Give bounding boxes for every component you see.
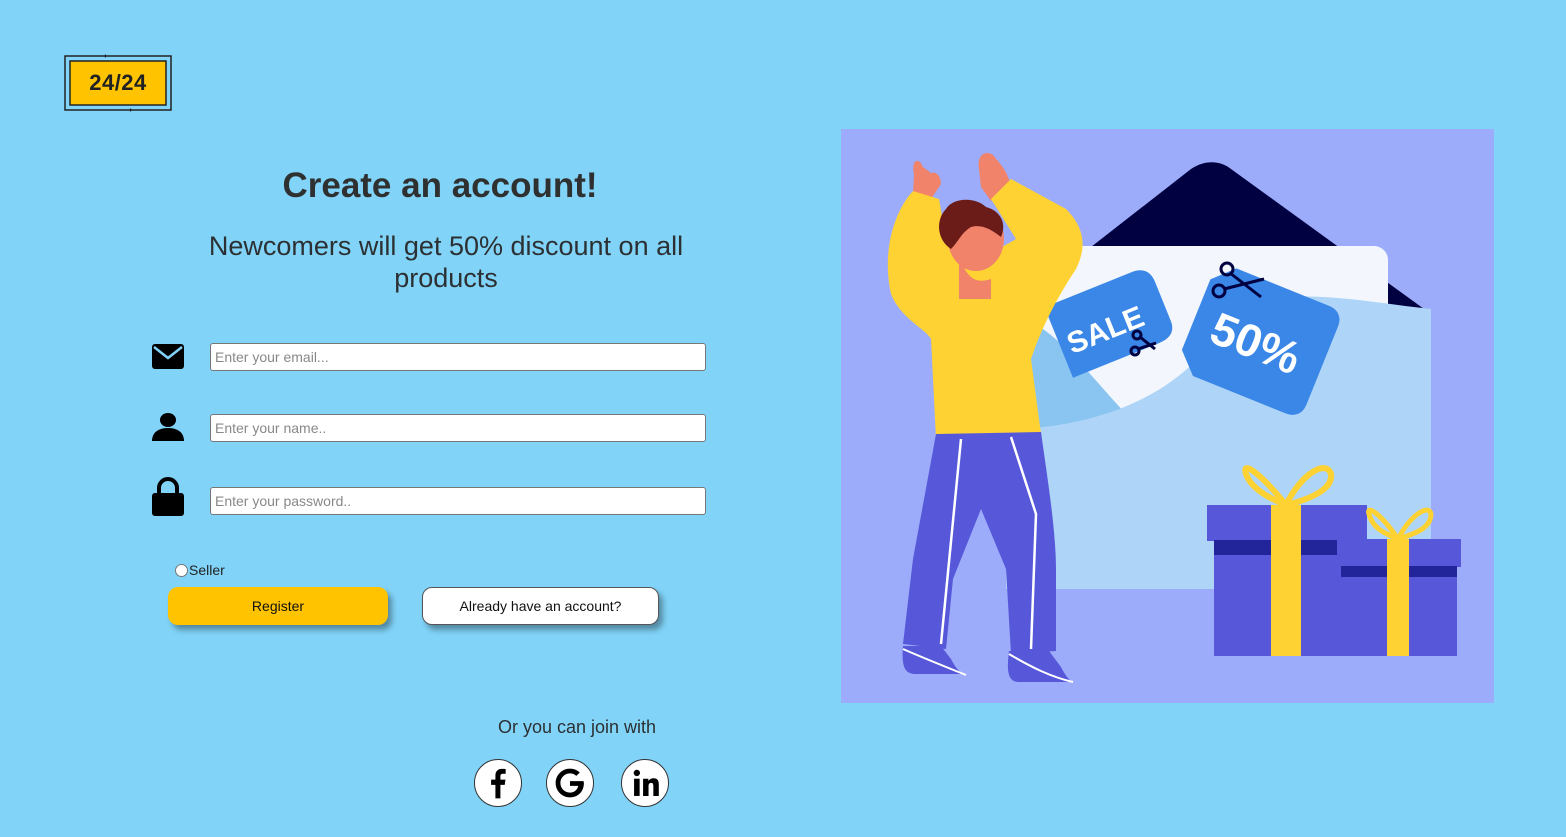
promo-illustration: SALE 50% xyxy=(841,129,1494,703)
register-button[interactable]: Register xyxy=(168,587,388,625)
page-subtitle: Newcomers will get 50% discount on all p… xyxy=(208,231,684,293)
logo-text: 24/24 xyxy=(89,70,147,95)
seller-label: Seller xyxy=(189,562,225,578)
facebook-button[interactable] xyxy=(474,759,522,807)
linkedin-icon xyxy=(633,769,659,796)
facebook-icon xyxy=(491,768,506,799)
envelope-icon xyxy=(151,340,185,374)
password-field[interactable] xyxy=(210,487,706,515)
name-field[interactable] xyxy=(210,414,706,442)
login-button[interactable]: Already have an account? xyxy=(422,587,659,625)
email-field[interactable] xyxy=(210,343,706,371)
lock-icon xyxy=(151,477,185,517)
page-title: Create an account! xyxy=(282,166,598,205)
user-icon xyxy=(151,410,185,444)
brand-logo[interactable]: 24/24 xyxy=(64,54,172,112)
seller-option[interactable]: Seller xyxy=(175,562,225,578)
seller-radio[interactable] xyxy=(175,563,188,577)
linkedin-button[interactable] xyxy=(621,759,669,807)
google-icon xyxy=(555,768,584,798)
join-text: Or you can join with xyxy=(497,717,657,737)
google-button[interactable] xyxy=(546,759,594,807)
